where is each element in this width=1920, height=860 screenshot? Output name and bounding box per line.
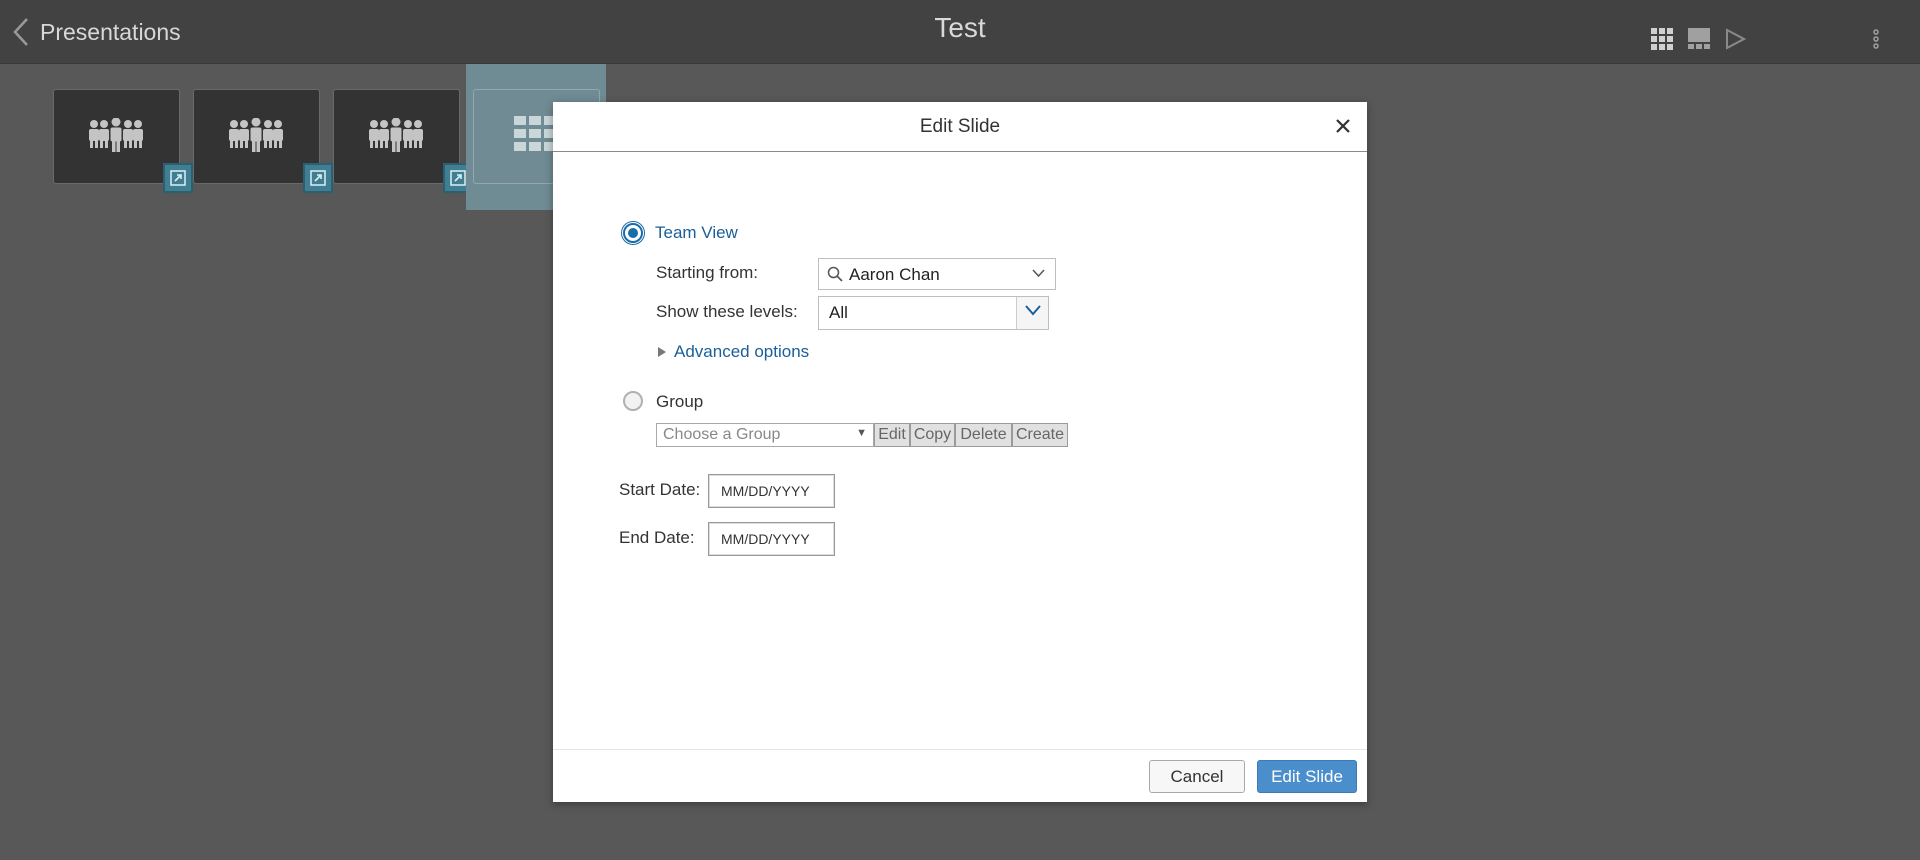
slide-thumbnail-3[interactable] (333, 89, 473, 193)
dialog-header: Edit Slide (553, 102, 1367, 152)
edit-slide-button[interactable]: Edit Slide (1257, 760, 1357, 793)
presentation-title: Test (934, 12, 986, 43)
play-icon[interactable] (1724, 28, 1746, 50)
levels-select[interactable]: All (818, 296, 1049, 330)
close-icon[interactable] (1333, 116, 1353, 136)
group-copy-button[interactable]: Copy (910, 423, 955, 447)
levels-label: Show these levels: (656, 302, 798, 321)
grid-view-icon[interactable] (1651, 28, 1673, 50)
more-options-icon[interactable] (1872, 28, 1880, 50)
external-link-icon (450, 170, 466, 186)
starting-from-value: Aaron Chan (849, 265, 940, 284)
starting-from-label: Starting from: (656, 263, 759, 282)
people-icon (369, 118, 423, 152)
dialog-footer: Cancel Edit Slide (553, 749, 1367, 802)
people-icon (89, 118, 143, 152)
expand-triangle-icon[interactable] (657, 346, 667, 358)
slide-view-icon[interactable] (1688, 28, 1710, 50)
choose-group-select[interactable]: Choose a Group ▼ (656, 423, 874, 447)
group-radio[interactable] (623, 391, 643, 411)
external-link-icon (310, 170, 326, 186)
starting-from-field[interactable]: Aaron Chan (818, 258, 1056, 290)
group-label: Group (656, 392, 704, 411)
dropdown-arrow-icon: ▼ (856, 427, 867, 439)
levels-dropdown-button[interactable] (1016, 297, 1048, 329)
group-delete-button[interactable]: Delete (955, 423, 1012, 447)
grid-icon (514, 116, 556, 151)
levels-value: All (829, 303, 848, 322)
start-date-label: Start Date: (619, 480, 701, 499)
choose-group-placeholder: Choose a Group (663, 426, 781, 443)
dialog-title: Edit Slide (919, 116, 1001, 137)
external-link-icon (170, 170, 186, 186)
team-view-label[interactable]: Team View (655, 223, 738, 243)
chevron-down-icon (1025, 305, 1041, 316)
slide-thumbnail-2[interactable] (193, 89, 333, 193)
search-icon (827, 266, 843, 282)
end-date-input[interactable]: MM/DD/YYYY (708, 522, 835, 556)
slide-thumbnail-1[interactable] (53, 89, 193, 193)
group-edit-button[interactable]: Edit (874, 423, 910, 447)
start-date-input[interactable]: MM/DD/YYYY (708, 474, 835, 508)
external-link-badge[interactable] (303, 163, 333, 193)
people-icon (229, 118, 283, 152)
end-date-label: End Date: (619, 528, 695, 547)
edit-slide-dialog: Edit Slide Team View Starting from: Aaro… (553, 102, 1367, 802)
advanced-options-link[interactable]: Advanced options (674, 342, 809, 362)
chevron-down-icon (1032, 269, 1045, 278)
cancel-button[interactable]: Cancel (1149, 760, 1245, 793)
team-view-radio[interactable] (621, 221, 645, 245)
top-bar: Presentations Test (0, 0, 1920, 64)
group-create-button[interactable]: Create (1012, 423, 1068, 447)
external-link-badge[interactable] (163, 163, 193, 193)
